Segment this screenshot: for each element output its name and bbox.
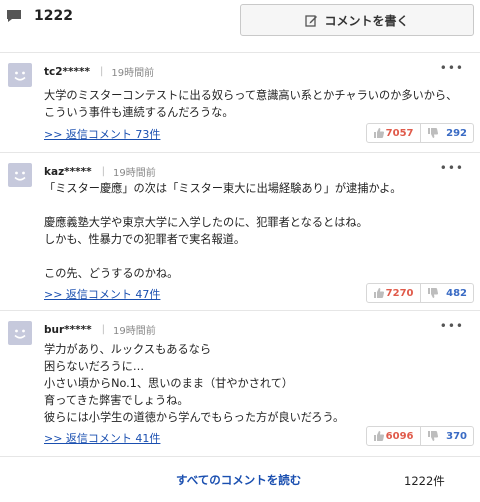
vote-box: 6096 370 (366, 426, 474, 446)
thumbs-down-button[interactable]: 482 (419, 284, 474, 302)
thumbs-up-button[interactable]: 7270 (367, 284, 420, 302)
comment-list: tc2***** | 19時間前 ••• 大学のミスターコンテストに出る奴らって… (0, 52, 480, 457)
comment-text: 学力があり、ルックスもあるなら 困らないだろうに… 小さい頃からNo.1、思いの… (44, 343, 345, 424)
comment-meta: bur***** | 19時間前 (44, 322, 156, 338)
write-comment-button[interactable]: コメントを書く (240, 4, 474, 36)
meta-separator: | (101, 324, 105, 335)
thumbs-up-icon (374, 288, 385, 298)
thumbs-down-icon (427, 128, 438, 138)
comment-body: 大学のミスターコンテストに出る奴らって意識高い系とかチャラいのか多いから、こうい… (44, 87, 464, 121)
thumbs-down-icon (427, 431, 438, 441)
comment-text: 大学のミスターコンテストに出る奴らって意識高い系とかチャラいのか多いから、こうい… (44, 89, 458, 119)
comment-user[interactable]: kaz***** (44, 166, 92, 178)
good-count: 7057 (385, 127, 414, 139)
avatar (8, 321, 32, 345)
more-options-icon[interactable]: ••• (440, 61, 464, 75)
bad-count: 482 (446, 287, 467, 299)
thumbs-down-icon (427, 288, 438, 298)
comment-user[interactable]: bur***** (44, 324, 92, 336)
vote-box: 7270 482 (366, 283, 474, 303)
thumbs-up-button[interactable]: 6096 (367, 427, 420, 445)
write-comment-label: コメントを書く (324, 13, 409, 28)
comment-item: tc2***** | 19時間前 ••• 大学のミスターコンテストに出る奴らって… (0, 53, 480, 153)
comment-time: 19時間前 (111, 68, 155, 79)
thumbs-down-button[interactable]: 292 (419, 124, 474, 142)
total-comment-count: 1222件 (404, 474, 445, 488)
comment-time: 19時間前 (113, 326, 156, 337)
avatar (8, 63, 32, 87)
meta-separator: | (101, 166, 106, 177)
comment-body: 「ミスター慶應」の次は「ミスター東大に出場経験あり」が逮捕かよ。 慶應義塾大学や… (44, 180, 464, 282)
comment-count: 1222 (34, 8, 73, 24)
reply-link[interactable]: >> 返信コメント 73件 (44, 126, 160, 142)
comment-header: 1222 コメントを書く (0, 0, 480, 44)
more-options-icon[interactable]: ••• (440, 319, 464, 333)
thumbs-down-button[interactable]: 370 (419, 427, 474, 445)
vote-box: 7057 292 (366, 123, 474, 143)
pencil-icon (305, 14, 318, 27)
comment-user[interactable]: tc2***** (44, 66, 90, 78)
comment-count-area: 1222 (6, 8, 73, 24)
reply-link[interactable]: >> 返信コメント 47件 (44, 286, 160, 302)
read-all-comments-link[interactable]: すべてのコメントを読む (176, 472, 301, 488)
comment-meta: kaz***** | 19時間前 (44, 164, 156, 180)
comment-meta: tc2***** | 19時間前 (44, 64, 155, 80)
comment-text: 「ミスター慶應」の次は「ミスター東大に出場経験あり」が逮捕かよ。 慶應義塾大学や… (44, 182, 402, 280)
comment-footer: すべてのコメントを読む 1222件 (0, 460, 480, 502)
bad-count: 370 (446, 430, 467, 442)
thumbs-up-icon (374, 128, 385, 138)
meta-separator: | (100, 66, 104, 77)
comment-time: 19時間前 (113, 168, 156, 179)
speech-bubble-icon (6, 8, 22, 24)
reply-link[interactable]: >> 返信コメント 41件 (44, 430, 160, 446)
more-options-icon[interactable]: ••• (440, 161, 464, 175)
thumbs-up-button[interactable]: 7057 (367, 124, 420, 142)
comment-item: bur***** | 19時間前 ••• 学力があり、ルックスもあるなら 困らな… (0, 311, 480, 457)
good-count: 7270 (385, 287, 414, 299)
bad-count: 292 (446, 127, 467, 139)
comment-item: kaz***** | 19時間前 ••• 「ミスター慶應」の次は「ミスター東大に… (0, 153, 480, 311)
good-count: 6096 (385, 430, 414, 442)
thumbs-up-icon (374, 431, 385, 441)
avatar (8, 163, 32, 187)
comment-body: 学力があり、ルックスもあるなら 困らないだろうに… 小さい頃からNo.1、思いの… (44, 341, 464, 426)
